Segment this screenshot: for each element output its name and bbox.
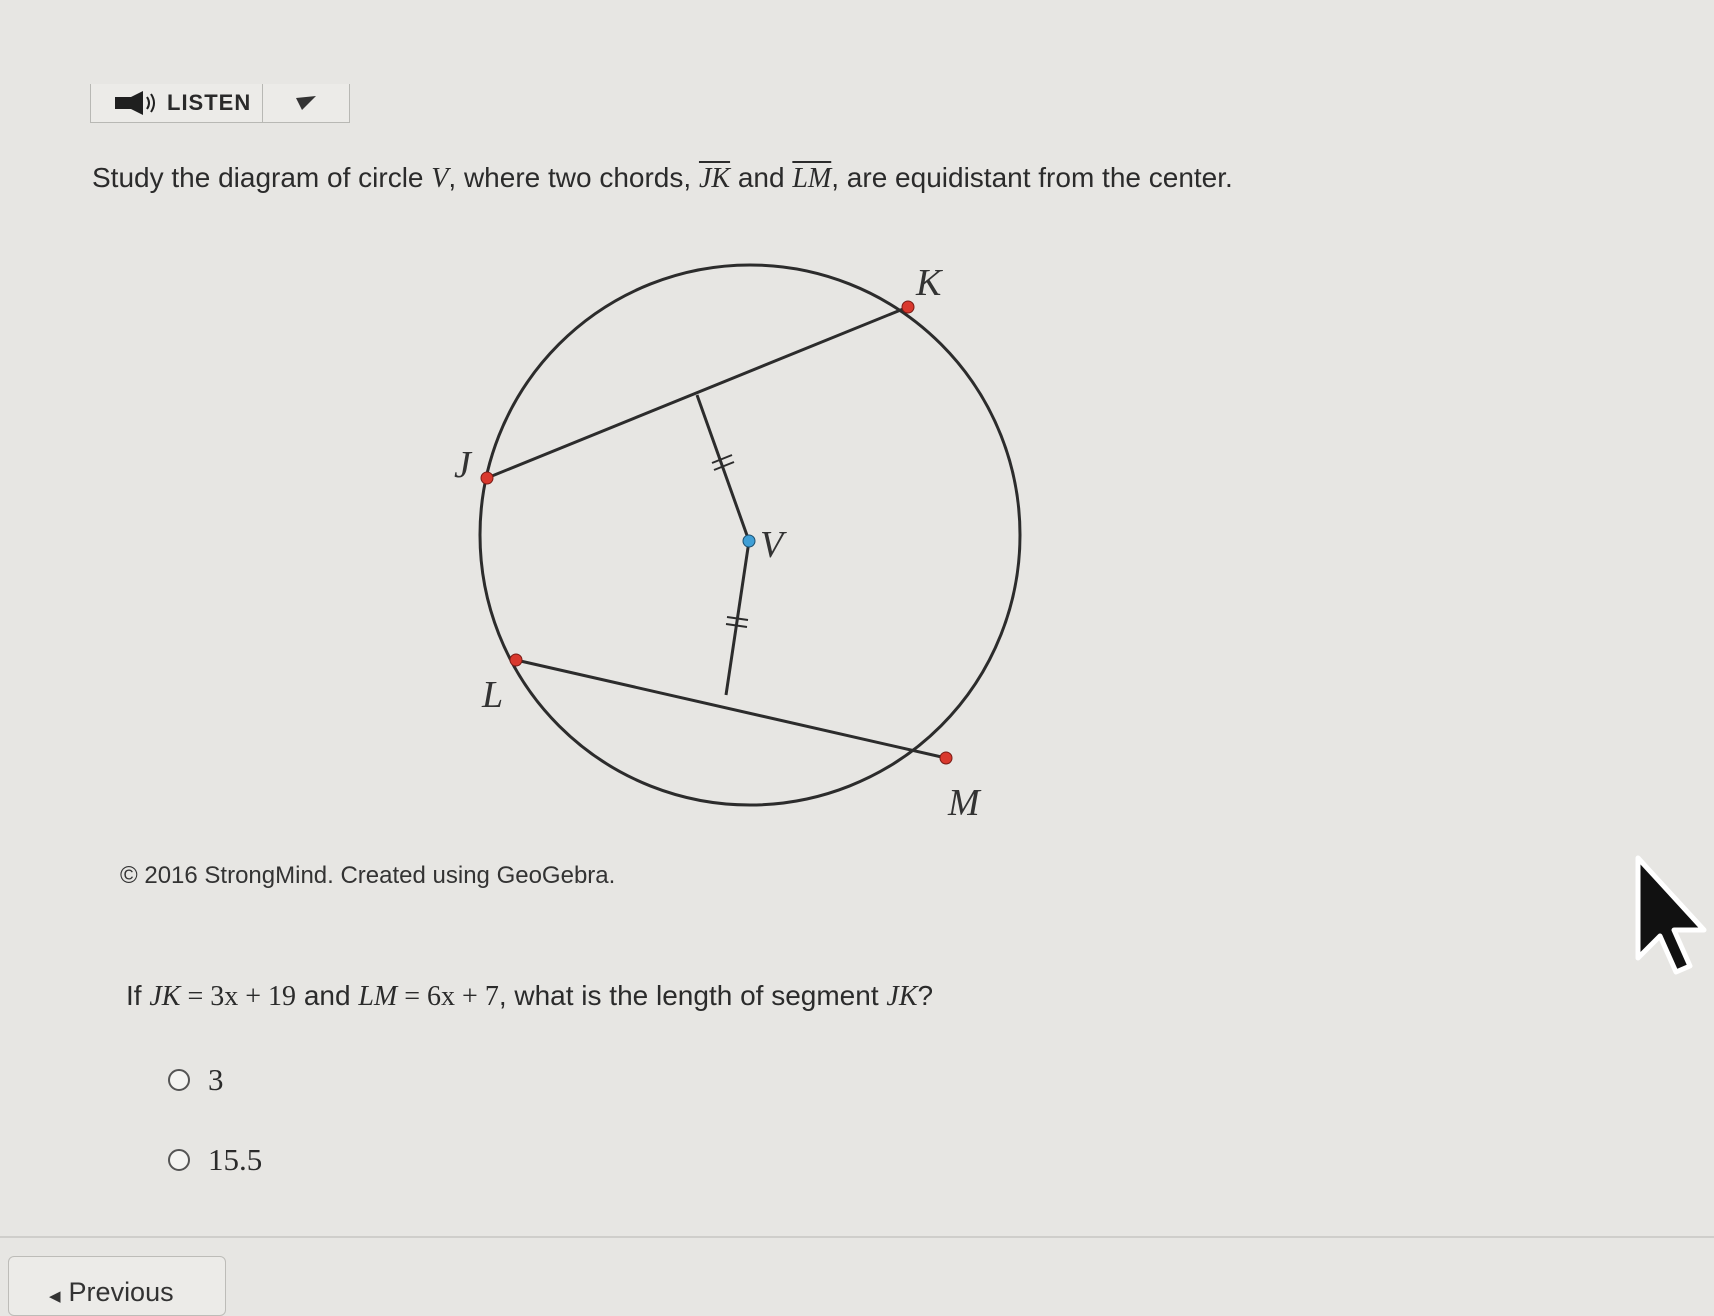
footer-divider (0, 1236, 1714, 1238)
question-and: and (730, 162, 793, 193)
radio-button[interactable] (168, 1069, 190, 1091)
chord-lm: LM (792, 163, 832, 194)
label-m: M (947, 782, 982, 824)
prompt-lm: LM (358, 981, 398, 1012)
listen-options-button[interactable] (263, 84, 349, 122)
previous-label: Previous (68, 1277, 174, 1307)
question-prompt: If JK = 3x + 19 and LM = 6x + 7, what is… (126, 980, 933, 1013)
label-v: V (760, 524, 787, 566)
prompt-and: and (296, 980, 359, 1011)
label-k: K (915, 262, 943, 304)
answer-choice-2[interactable]: 15.5 (168, 1142, 262, 1178)
label-l: L (481, 674, 503, 716)
listen-button[interactable]: LISTEN (91, 84, 263, 122)
speaker-icon (113, 91, 157, 115)
circle-name: V (431, 163, 449, 194)
chevron-left-icon: ◀ (49, 1288, 61, 1305)
question-intro-1: Study the diagram of circle (92, 162, 432, 193)
radio-button[interactable] (168, 1149, 190, 1171)
chord-jk-line (486, 305, 909, 480)
answer-choice-1[interactable]: 3 (168, 1062, 224, 1098)
prompt-prefix: If (126, 980, 150, 1011)
question-text: Study the diagram of circle V, where two… (92, 162, 1233, 195)
label-j: J (454, 444, 473, 486)
point-l (509, 653, 523, 667)
perpendicular-to-jk (695, 394, 751, 542)
prompt-suffix: , what is the length of segment (498, 980, 887, 1011)
question-intro-3: , are equidistant from the center. (831, 162, 1233, 193)
choice-label: 15.5 (208, 1142, 263, 1177)
point-m (939, 751, 953, 765)
point-v (742, 534, 756, 548)
copyright-text: © 2016 StrongMind. Created using GeoGebr… (120, 862, 616, 889)
prompt-jk: JK (149, 981, 181, 1012)
prompt-eq1: = 3x + 19 (180, 981, 297, 1012)
point-j (480, 471, 494, 485)
point-k (901, 300, 915, 314)
prompt-target: JK (886, 981, 918, 1012)
listen-label: LISTEN (167, 90, 252, 115)
previous-button[interactable]: ◀ Previous (8, 1256, 226, 1316)
question-intro-2: , where two chords, (448, 162, 699, 193)
choice-label: 3 (208, 1062, 224, 1097)
prompt-eq2: = 6x + 7 (397, 981, 499, 1012)
listen-toolbar: LISTEN (90, 84, 350, 123)
triangle-menu-icon (296, 96, 316, 110)
mouse-cursor-icon (1635, 855, 1707, 975)
circle-diagram: J K L M V (454, 262, 1022, 824)
prompt-qmark: ? (917, 980, 934, 1011)
chord-jk: JK (698, 163, 731, 194)
